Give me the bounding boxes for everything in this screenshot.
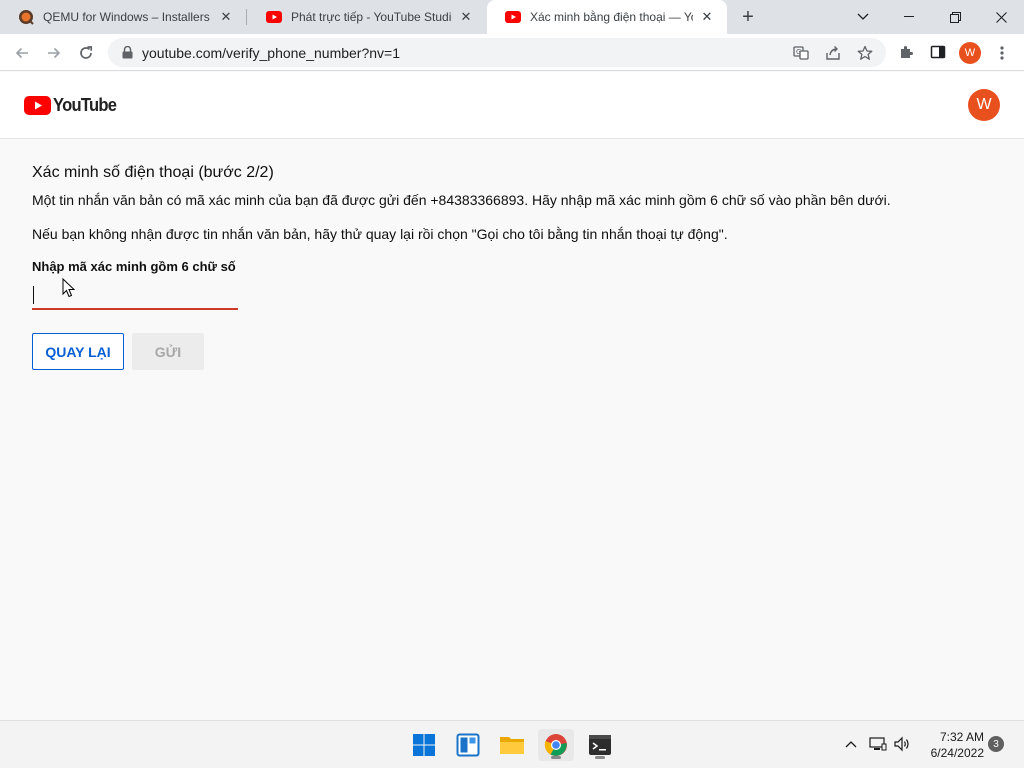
tab-search-chevron-icon[interactable] <box>840 0 886 34</box>
clock[interactable]: 7:32 AM 6/24/2022 <box>918 729 984 761</box>
url-text[interactable]: youtube.com/verify_phone_number?nv=1 <box>142 45 400 61</box>
tab-youtube-studio[interactable]: Phát trực tiếp - YouTube Studio ✕ <box>248 0 486 34</box>
minimize-button[interactable] <box>886 0 932 34</box>
extensions-icon[interactable] <box>897 43 915 61</box>
bookmark-star-icon[interactable] <box>856 44 874 62</box>
terminal-button[interactable] <box>582 729 618 761</box>
taskbar: 7:32 AM 6/24/2022 <box>0 720 1024 768</box>
restore-button[interactable] <box>932 0 978 34</box>
windows-logo-icon <box>413 734 435 756</box>
text-caret <box>33 286 34 304</box>
address-bar[interactable]: youtube.com/verify_phone_number?nv=1 G <box>108 38 886 67</box>
code-field-label: Nhập mã xác minh gồm 6 chữ số <box>32 259 236 274</box>
widgets-icon <box>456 733 480 757</box>
logo-text: YouTube <box>53 95 117 115</box>
youtube-icon <box>266 9 282 25</box>
widgets-button[interactable] <box>450 729 486 761</box>
verify-phone-panel: Xác minh số điện thoại (bước 2/2) Một ti… <box>32 164 992 370</box>
help-text: Nếu bạn không nhận được tin nhắn văn bản… <box>32 226 728 242</box>
volume-icon[interactable] <box>893 733 911 755</box>
youtube-header: YouTube W <box>0 72 1024 139</box>
send-button[interactable]: GỬI <box>132 333 204 370</box>
back-arrow-icon[interactable] <box>8 39 36 67</box>
translate-icon[interactable]: G <box>792 44 810 62</box>
tab-title: Phát trực tiếp - YouTube Studio <box>291 10 452 24</box>
youtube-play-icon <box>24 96 51 115</box>
more-menu-icon[interactable] <box>994 42 1010 64</box>
account-avatar[interactable]: W <box>968 89 1000 121</box>
close-icon[interactable]: ✕ <box>699 9 715 25</box>
folder-icon <box>500 737 524 754</box>
side-panel-icon[interactable] <box>929 43 947 61</box>
clock-date: 6/24/2022 <box>930 746 984 760</box>
running-indicator <box>595 756 605 759</box>
tab-title: Xác minh bằng điện thoại — You <box>530 10 693 24</box>
file-explorer-button[interactable] <box>494 729 530 761</box>
forward-arrow-icon[interactable] <box>40 39 68 67</box>
network-icon[interactable] <box>869 733 887 755</box>
tab-verify-phone[interactable]: Xác minh bằng điện thoại — You ✕ <box>487 0 727 34</box>
qemu-icon <box>18 9 34 25</box>
reload-icon[interactable] <box>72 39 100 67</box>
chrome-button[interactable] <box>538 729 574 761</box>
chrome-icon <box>544 734 567 756</box>
back-button[interactable]: QUAY LẠI <box>32 333 124 370</box>
profile-avatar[interactable]: W <box>959 42 981 64</box>
new-tab-button[interactable]: + <box>736 5 760 29</box>
lock-icon[interactable] <box>120 46 134 60</box>
show-hidden-icons-chevron-icon[interactable] <box>842 733 860 755</box>
start-button[interactable] <box>406 729 442 761</box>
mouse-pointer-icon <box>62 277 76 303</box>
close-icon[interactable]: ✕ <box>458 9 474 25</box>
share-icon[interactable] <box>824 44 842 62</box>
tab-separator <box>246 9 247 25</box>
youtube-icon <box>505 9 521 25</box>
clock-time: 7:32 AM <box>939 730 984 744</box>
close-icon[interactable]: ✕ <box>218 9 234 25</box>
instructions-text: Một tin nhắn văn bản có mã xác minh của … <box>32 192 891 208</box>
tab-qemu[interactable]: QEMU for Windows – Installers (6 ✕ <box>0 0 246 34</box>
tab-title: QEMU for Windows – Installers (6 <box>43 10 212 24</box>
page-title: Xác minh số điện thoại (bước 2/2) <box>32 164 274 181</box>
youtube-logo[interactable]: YouTube <box>24 95 122 116</box>
close-window-button[interactable] <box>978 0 1024 34</box>
notification-badge[interactable]: 3 <box>988 736 1004 752</box>
terminal-icon <box>589 735 611 755</box>
browser-toolbar: youtube.com/verify_phone_number?nv=1 G W <box>0 34 1024 71</box>
tab-strip: QEMU for Windows – Installers (6 ✕ Phát … <box>0 0 1024 34</box>
active-indicator <box>551 756 561 759</box>
